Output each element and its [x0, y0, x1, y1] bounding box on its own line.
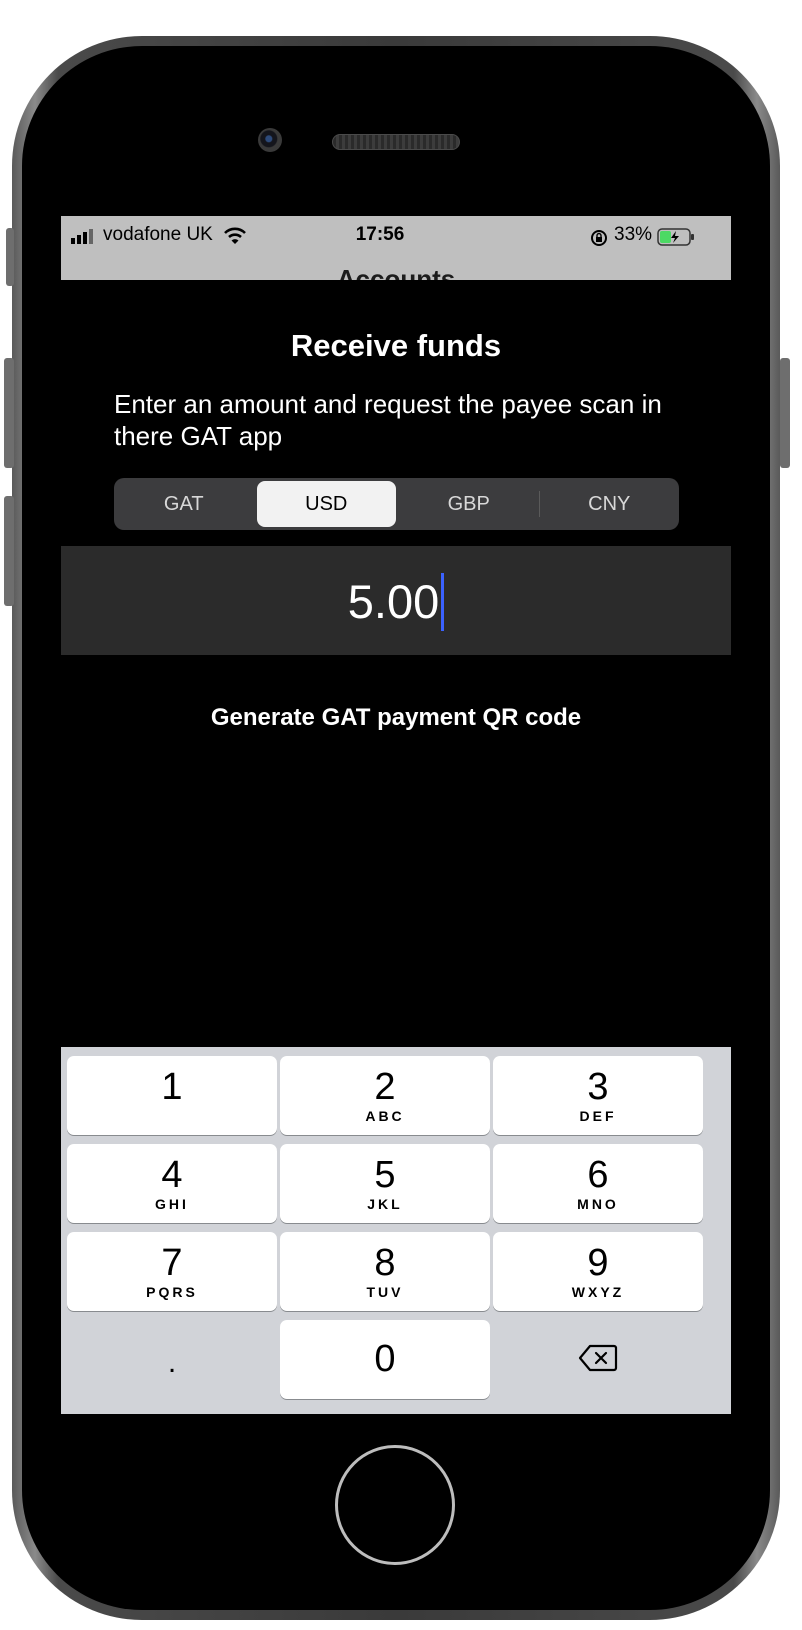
key-backspace[interactable] — [493, 1320, 703, 1399]
generate-qr-button[interactable]: Generate GAT payment QR code — [61, 704, 731, 732]
key-6[interactable]: 6 MNO — [493, 1144, 703, 1223]
key-number: 8 — [374, 1242, 396, 1284]
key-decimal-point[interactable]: . — [67, 1320, 277, 1399]
key-9[interactable]: 9 WXYZ — [493, 1232, 703, 1311]
key-0[interactable]: 0 — [280, 1320, 490, 1399]
key-letters: PQRS — [146, 1284, 198, 1300]
key-number: 0 — [374, 1338, 396, 1380]
key-8[interactable]: 8 TUV — [280, 1232, 490, 1311]
amount-field[interactable]: 5.00 — [61, 546, 731, 655]
sheet-subtitle: Enter an amount and request the payee sc… — [114, 389, 662, 451]
key-letters: DEF — [579, 1108, 617, 1124]
volume-down-button — [4, 496, 14, 606]
earpiece-speaker — [332, 134, 460, 150]
battery-percent: 33% — [614, 224, 653, 245]
key-letters: ABC — [365, 1108, 405, 1124]
amount-value-row: 5.00 — [61, 572, 731, 631]
segment-gat[interactable]: GAT — [114, 481, 254, 527]
key-2[interactable]: 2 ABC — [280, 1056, 490, 1135]
key-5[interactable]: 5 JKL — [280, 1144, 490, 1223]
key-7[interactable]: 7 PQRS — [67, 1232, 277, 1311]
key-number: 6 — [587, 1154, 609, 1196]
volume-up-button — [4, 358, 14, 468]
key-number: 3 — [587, 1066, 609, 1108]
key-number: 1 — [161, 1066, 183, 1108]
key-4[interactable]: 4 GHI — [67, 1144, 277, 1223]
segment-usd[interactable]: USD — [256, 481, 396, 527]
key-letters: GHI — [155, 1196, 189, 1212]
key-1[interactable]: 1 — [67, 1056, 277, 1135]
home-button[interactable] — [335, 1445, 455, 1565]
power-button — [780, 358, 790, 468]
key-letters: WXYZ — [571, 1284, 625, 1300]
key-number: . — [167, 1346, 177, 1379]
orientation-lock-icon — [589, 228, 609, 248]
battery-charging-icon — [657, 228, 697, 246]
key-number: 4 — [161, 1154, 183, 1196]
currency-segmented-control: GAT USD GBP CNY — [114, 478, 679, 530]
mute-switch — [6, 228, 14, 286]
text-caret — [441, 572, 445, 631]
key-number: 7 — [161, 1242, 183, 1284]
numeric-keypad: 1 2 ABC 3 DEF 4 GHI 5 JKL 6 MNO 7 PQRS 8… — [61, 1047, 731, 1414]
front-camera — [258, 128, 282, 152]
key-3[interactable]: 3 DEF — [493, 1056, 703, 1135]
amount-value: 5.00 — [347, 575, 440, 628]
screen: vodafone UK 17:56 33% Accounts Receive f… — [61, 216, 731, 1414]
key-number: 9 — [587, 1242, 609, 1284]
key-number: 2 — [374, 1066, 396, 1108]
key-number: 5 — [374, 1154, 396, 1196]
segment-cny[interactable]: CNY — [540, 481, 680, 527]
key-letters: MNO — [577, 1196, 619, 1212]
segment-gbp[interactable]: GBP — [399, 481, 539, 527]
sheet-title: Receive funds — [290, 328, 502, 363]
key-letters: TUV — [366, 1284, 404, 1300]
backspace-icon — [578, 1344, 618, 1377]
key-letters: JKL — [367, 1196, 403, 1212]
